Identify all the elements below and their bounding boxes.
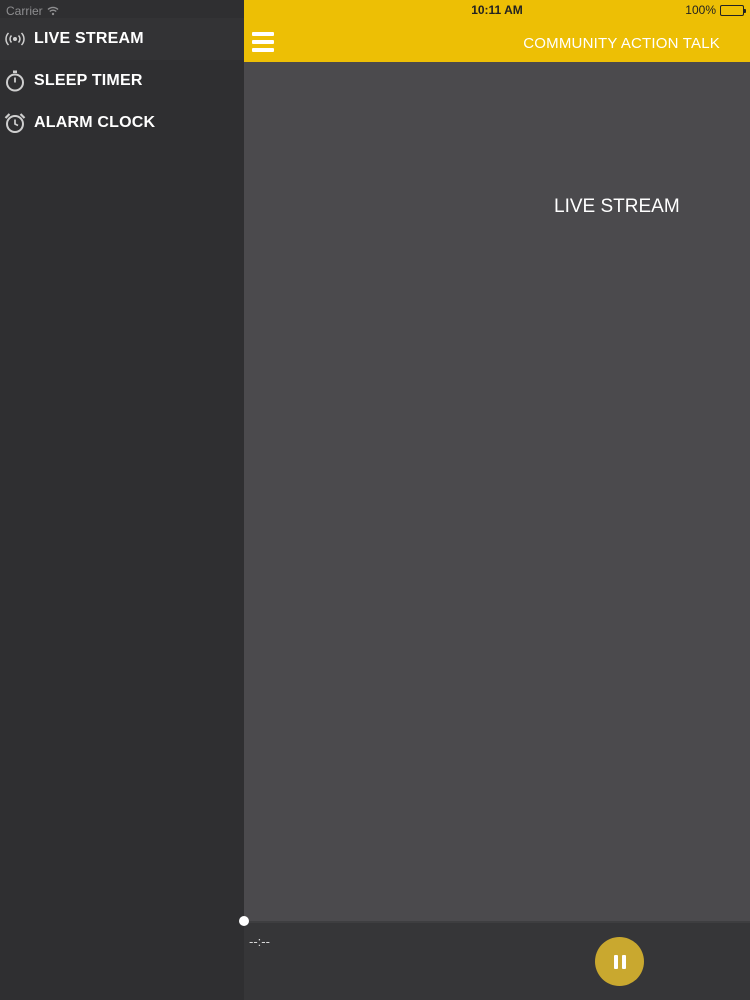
sidebar-item-label: ALARM CLOCK <box>34 114 156 131</box>
progress-slider[interactable] <box>239 916 750 926</box>
player-bar: --:-- <box>239 916 750 1000</box>
status-bar-right: 100% <box>685 3 746 17</box>
sidebar-item-live-stream[interactable]: LIVE STREAM <box>0 18 244 60</box>
sidebar-item-label: SLEEP TIMER <box>34 72 143 89</box>
side-menu: LIVE STREAM SLEEP TIMER ALARM CLOCK <box>0 18 244 144</box>
status-bar-left: Carrier <box>6 4 59 18</box>
battery-icon <box>720 4 746 16</box>
app-header: 10:11 AM 100% COMMUNITY ACTION TALK <box>244 0 750 62</box>
sidebar-item-alarm-clock[interactable]: ALARM CLOCK <box>0 102 244 144</box>
broadcast-icon <box>4 28 26 50</box>
hamburger-menu-icon[interactable] <box>252 32 274 52</box>
progress-knob[interactable] <box>239 916 249 926</box>
battery-percent: 100% <box>685 3 716 17</box>
stopwatch-icon <box>4 70 26 92</box>
main-panel: 10:11 AM 100% COMMUNITY ACTION TALK LIVE… <box>239 0 750 1000</box>
time-readout: --:-- <box>249 934 270 949</box>
sidebar: Carrier LIVE STREAM SLEEP TIMER ALARM CL… <box>0 0 244 1000</box>
alarm-clock-icon <box>4 112 26 134</box>
app-screen: Carrier LIVE STREAM SLEEP TIMER ALARM CL… <box>0 0 750 1000</box>
sidebar-item-label: LIVE STREAM <box>34 30 144 47</box>
sidebar-item-sleep-timer[interactable]: SLEEP TIMER <box>0 60 244 102</box>
carrier-label: Carrier <box>6 4 43 18</box>
wifi-icon <box>47 6 59 16</box>
status-time: 10:11 AM <box>471 3 523 17</box>
pause-button[interactable] <box>595 937 644 986</box>
pause-icon <box>613 954 626 969</box>
content-title: LIVE STREAM <box>554 196 680 217</box>
app-title: COMMUNITY ACTION TALK <box>523 35 720 52</box>
